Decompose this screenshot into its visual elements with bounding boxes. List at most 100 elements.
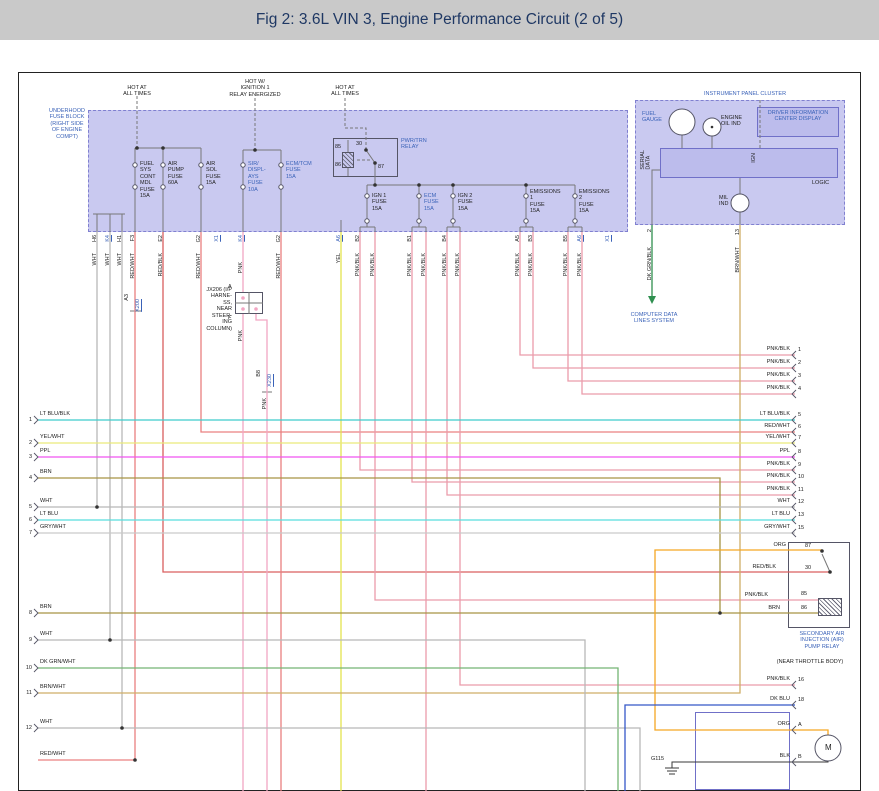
wlbl-pnk-f: PNK <box>239 330 245 341</box>
relay-pin-85: 85 <box>335 144 345 150</box>
left-wire-label-5: WHT <box>40 498 120 504</box>
motor-m-label: M <box>825 743 835 752</box>
left-pin-number-3: 3 <box>22 454 32 460</box>
right-wire-label-8: PPL <box>738 448 790 454</box>
relay-pin-30: 30 <box>356 141 366 147</box>
pin-k4[interactable]: K4 <box>106 235 112 242</box>
wlbl-pb7: PNK/BLK <box>516 253 522 276</box>
pin-a6b[interactable]: A6 <box>578 235 584 242</box>
jx-pin-f: F <box>228 315 236 321</box>
fuse-air-sol: AIR SOL FUSE 15A <box>206 161 232 187</box>
pin-b5: B5 <box>564 235 570 242</box>
pin-b8: B8 <box>257 370 263 377</box>
wlbl-pb3: PNK/BLK <box>408 253 414 276</box>
underhood-fuse-block-label[interactable]: UNDERHOOD FUSE BLOCK (RIGHT SIDE OF ENGI… <box>40 108 94 140</box>
pin-b4: B4 <box>443 235 449 242</box>
fuel-gauge-label[interactable]: FUEL GAUGE <box>642 111 668 124</box>
right-pin-number-5: 5 <box>798 412 812 418</box>
conn-x230[interactable]: X230 <box>268 374 274 387</box>
right-wire-label-A: ORG <box>738 721 790 727</box>
pin-h1: H1 <box>118 235 124 242</box>
relay-pin-87: 87 <box>378 164 388 170</box>
pin-e2: E2 <box>159 235 165 242</box>
wire-label-brn86: BRN <box>730 605 780 611</box>
pin-f3: F3 <box>131 235 137 241</box>
wlbl-pnk-x230: PNK <box>263 398 269 409</box>
wire-label-pnkblk85: PNK/BLK <box>718 592 768 598</box>
right-wire-label-7: YEL/WHT <box>738 434 790 440</box>
left-wire-label-11: BRN/WHT <box>40 684 120 690</box>
left-wire-label-9: WHT <box>40 631 120 637</box>
pin-a6a[interactable]: A6 <box>337 235 343 242</box>
left-wire-label-x12: RED/WHT <box>40 751 120 757</box>
left-wire-label-1: LT BLU/BLK <box>40 411 120 417</box>
conn-x200[interactable]: X200 <box>136 299 142 312</box>
pin-x1b[interactable]: X1 <box>606 235 612 242</box>
right-wire-label-6: RED/WHT <box>738 423 790 429</box>
right-pin-number-7: 7 <box>798 435 812 441</box>
pwr-trn-relay-label[interactable]: PWR/TRN RELAY <box>401 138 439 151</box>
wlbl-pnk-a: PNK <box>239 262 245 273</box>
wlbl-dkgrnblk: DK GRN/BLK <box>648 247 654 280</box>
fuse-sir-displays[interactable]: SIR/ DISPL- AYS FUSE 10A <box>248 161 274 193</box>
pin-a5: A5 <box>516 235 522 242</box>
right-wire-label-B: BLK <box>738 753 790 759</box>
right-wire-label-1: PNK/BLK <box>738 346 790 352</box>
pin-g2a: G2 <box>197 235 203 242</box>
right-pin-number-4: 4 <box>798 386 812 392</box>
right-pin-number-2: 2 <box>798 360 812 366</box>
wlbl-redwht3: RED/WHT <box>277 253 283 279</box>
left-wire-label-10: DK GRN/WHT <box>40 659 120 665</box>
right-wire-label-9: PNK/BLK <box>738 461 790 467</box>
fuse-ign2: IGN 2 FUSE 15A <box>458 193 482 212</box>
pin-x1a[interactable]: X1 <box>215 235 221 242</box>
left-pin-number-6: 6 <box>22 517 32 523</box>
right-pin-number-13: 13 <box>798 512 812 518</box>
left-pin-number-7: 7 <box>22 530 32 536</box>
wlbl-pb10: PNK/BLK <box>578 253 584 276</box>
fuse-ecm[interactable]: ECM FUSE 15A <box>424 193 448 212</box>
wlbl-redblk: RED/BLK <box>159 253 165 277</box>
mil-ind-label: MIL IND <box>719 195 739 208</box>
air-relay-pin-85: 85 <box>801 591 811 597</box>
left-pin-number-1: 1 <box>22 417 32 423</box>
cluster-title[interactable]: INSTRUMENT PANEL CLUSTER <box>660 91 830 97</box>
right-pin-number-11: 11 <box>798 487 812 493</box>
wlbl-pb1: PNK/BLK <box>356 253 362 276</box>
right-pin-number-12: 12 <box>798 499 812 505</box>
right-wire-label-10: PNK/BLK <box>738 473 790 479</box>
wlbl-wht2: WHT <box>106 253 112 266</box>
right-pin-number-3: 3 <box>798 373 812 379</box>
fuse-emissions-1: EMISSIONS 1 FUSE 15A <box>530 189 566 215</box>
hot-ignition-relay: HOT W/ IGNITION 1 RELAY ENERGIZED <box>212 79 298 98</box>
air-relay-pin-30: 30 <box>805 565 815 571</box>
left-pin-number-11: 11 <box>22 690 32 696</box>
logic-label: LOGIC <box>812 180 838 186</box>
left-pin-number-10: 10 <box>22 665 32 671</box>
wlbl-pb9: PNK/BLK <box>564 253 570 276</box>
pin-13: 13 <box>736 229 742 235</box>
left-pin-number-2: 2 <box>22 440 32 446</box>
fuse-emissions-2: EMISSIONS 2 FUSE 15A <box>579 189 615 215</box>
left-wire-label-12: WHT <box>40 719 120 725</box>
pin-2: 2 <box>648 229 654 232</box>
wlbl-redwht2: RED/WHT <box>197 253 203 279</box>
air-relay-pin-87: 87 <box>805 543 815 549</box>
pin-k4b[interactable]: K4 <box>239 235 245 242</box>
right-pin-number-1: 1 <box>798 347 812 353</box>
wlbl-pb8: PNK/BLK <box>529 253 535 276</box>
driver-info-center-label[interactable]: DRIVER INFORMATION CENTER DISPLAY <box>758 110 838 123</box>
left-wire-label-2: YEL/WHT <box>40 434 120 440</box>
pin-a3: A3 <box>125 294 131 301</box>
pin-g2b: G2 <box>277 235 283 242</box>
hot-at-all-times-2: HOT AT ALL TIMES <box>320 85 370 98</box>
left-wire-label-6: LT BLU <box>40 511 120 517</box>
computer-data-lines[interactable]: COMPUTER DATA LINES SYSTEM <box>612 312 696 325</box>
air-relay-label[interactable]: SECONDARY AIR INJECTION (AIR) PUMP RELAY <box>786 631 858 650</box>
pin-b3: B3 <box>529 235 535 242</box>
pin-b2: B2 <box>356 235 362 242</box>
relay-pin-86: 86 <box>335 162 345 168</box>
right-pin-number-6: 6 <box>798 424 812 430</box>
engine-oil-ind-label: ENGINE OIL IND <box>721 115 751 128</box>
fuse-ecm-tcm[interactable]: ECM/TCM FUSE 15A <box>286 161 320 180</box>
